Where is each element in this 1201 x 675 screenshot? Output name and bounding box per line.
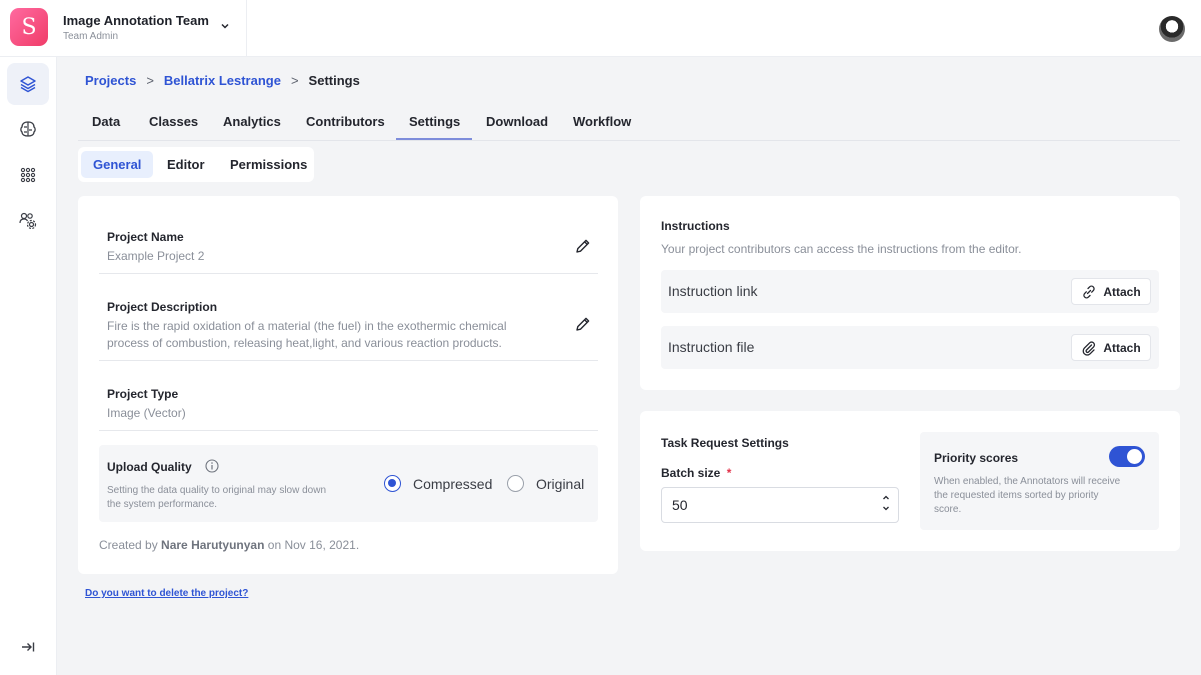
radio-compressed-label[interactable]: Compressed [413,476,492,492]
radio-original-label[interactable]: Original [536,476,584,492]
instruction-link-label: Instruction link [668,283,758,299]
grid-dots-icon [20,167,36,183]
rail-item-apps[interactable] [7,154,49,196]
attach-file-button[interactable]: Attach [1071,334,1151,361]
app-logo[interactable]: S [10,8,48,46]
project-description-label: Project Description [107,300,218,314]
project-type-label: Project Type [107,387,179,401]
rail-item-team-settings[interactable] [7,200,49,242]
task-request-title: Task Request Settings [661,436,789,450]
instructions-title: Instructions [661,219,730,233]
tab-classes[interactable]: Classes [149,114,198,129]
brain-icon [20,121,36,137]
created-suffix: on Nov 16, 2021. [267,538,360,552]
priority-scores-toggle[interactable] [1109,446,1145,467]
project-description-line-2: process of combustion, releasing heat,li… [107,336,502,350]
breadcrumb-separator: > [290,73,299,88]
collapse-arrow-icon[interactable] [19,638,37,656]
rail-item-neural[interactable] [7,108,49,150]
breadcrumb-current: Settings [308,73,360,88]
tab-contributors[interactable]: Contributors [306,114,385,129]
created-by: Nare Harutyunyan [161,538,265,552]
breadcrumb-separator: > [146,73,154,88]
priority-scores-label: Priority scores [934,451,1019,465]
batch-size-label: Batch size * [661,466,731,480]
attach-file-label: Attach [1103,340,1141,355]
attach-link-button[interactable]: Attach [1071,278,1151,305]
attach-link-label: Attach [1103,284,1141,299]
link-icon [1083,285,1096,298]
upload-quality-box: Upload Quality Setting the data quality … [99,445,598,522]
avatar[interactable] [1159,16,1185,42]
created-info: Created by Nare Harutyunyan on Nov 16, 2… [99,538,359,552]
chevron-down-icon[interactable] [219,20,231,32]
divider [99,360,598,361]
breadcrumb: Projects > Bellatrix Lestrange > Setting… [85,73,360,88]
project-name-value: Example Project 2 [107,249,205,263]
team-settings-icon [19,212,37,230]
tab-analytics[interactable]: Analytics [223,114,281,129]
subtab-editor[interactable]: Editor [155,151,217,178]
upload-quality-hint-1: Setting the data quality to original may… [107,485,327,496]
tab-download[interactable]: Download [486,114,548,129]
radio-original[interactable] [507,475,524,492]
instruction-link-row: Instruction link Attach [661,270,1159,313]
divider [246,0,247,57]
toggle-knob [1127,449,1142,464]
instruction-file-label: Instruction file [668,339,755,355]
delete-project-link[interactable]: Do you want to delete the project? [85,588,248,599]
tab-settings[interactable]: Settings [409,114,460,129]
rail-item-projects[interactable] [7,63,49,105]
upload-quality-hint-2: the system performance. [107,499,218,510]
active-tab-indicator [396,138,472,140]
divider [99,430,598,431]
subtab-permissions[interactable]: Permissions [218,151,319,178]
edit-description-pencil-icon[interactable] [574,315,592,333]
priority-hint-1: When enabled, the Annotators will receiv… [934,476,1121,487]
app-logo-letter: S [21,14,37,40]
divider [99,273,598,274]
main-tabs: Data Classes Analytics Contributors Sett… [78,106,1180,141]
team-name: Image Annotation Team [63,13,209,28]
subtab-general[interactable]: General [81,151,154,178]
paperclip-icon [1082,340,1096,356]
upload-quality-label: Upload Quality [107,460,192,474]
batch-size-stepper[interactable] [882,493,890,513]
batch-size-value: 50 [672,497,688,513]
created-prefix: Created by [99,538,158,552]
tab-data[interactable]: Data [92,114,120,129]
radio-compressed[interactable] [384,475,401,492]
chevron-up-icon[interactable] [882,493,890,502]
batch-size-input[interactable]: 50 [661,487,899,523]
edit-name-pencil-icon[interactable] [574,237,592,255]
team-role: Team Admin [63,31,119,42]
priority-hint-2: the requested items sorted by priority [934,490,1099,501]
settings-subtabs: General Editor Permissions [78,147,314,182]
instructions-subtitle: Your project contributors can access the… [661,242,1022,256]
project-type-value: Image (Vector) [107,406,186,420]
project-name-label: Project Name [107,230,184,244]
priority-hint-3: score. [934,504,962,515]
chevron-down-icon[interactable] [882,504,890,513]
breadcrumb-projects[interactable]: Projects [85,73,136,88]
info-icon[interactable] [205,459,219,473]
team-switcher[interactable]: Image Annotation Team Team Admin [63,13,209,42]
left-rail [0,57,57,675]
project-description-line-1: Fire is the rapid oxidation of a materia… [107,319,507,333]
layers-icon [20,76,36,93]
instruction-file-row: Instruction file Attach [661,326,1159,369]
priority-scores-box: Priority scores When enabled, the Annota… [920,432,1159,530]
breadcrumb-project[interactable]: Bellatrix Lestrange [164,73,281,88]
top-bar: S Image Annotation Team Team Admin [0,0,1201,57]
tab-workflow[interactable]: Workflow [573,114,631,129]
batch-size-label-text: Batch size [661,466,721,480]
required-asterisk: * [726,466,732,480]
